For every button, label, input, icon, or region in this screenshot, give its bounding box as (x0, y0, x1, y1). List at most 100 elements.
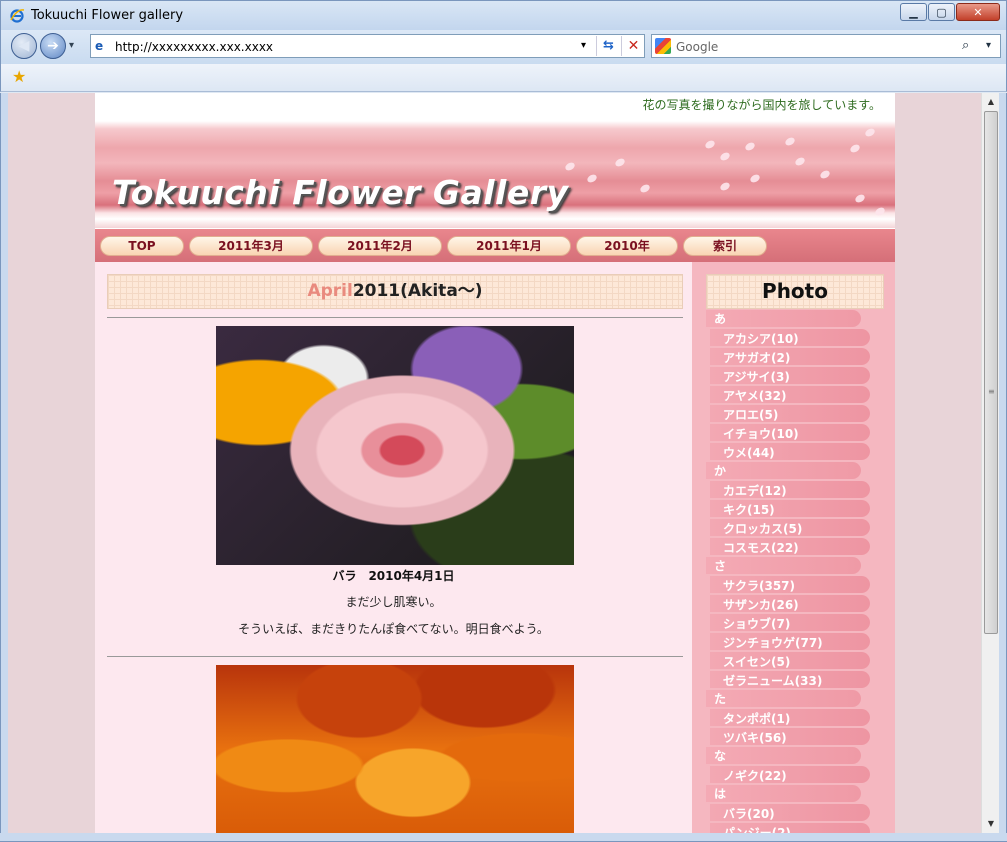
kana-label-ta: た (714, 692, 727, 706)
sidebar-item-label[interactable]: ウメ(44) (723, 444, 775, 461)
sidebar-item-ajisai[interactable]: アジサイ(3) (710, 367, 870, 384)
sidebar-item-tanpopo[interactable]: タンポポ(1) (710, 709, 870, 726)
sidebar-item-label[interactable]: アロエ(5) (723, 406, 778, 423)
sidebar-item-acacia[interactable]: アカシア(10) (710, 329, 870, 346)
sidebar-item-label[interactable]: ジンチョウゲ(77) (723, 634, 823, 651)
sidebar-item-label[interactable]: アサガオ(2) (723, 349, 790, 366)
forward-button[interactable]: ➔ (40, 33, 66, 59)
vertical-scrollbar[interactable]: ▲ ≡ ▼ (981, 93, 999, 833)
kana-bar (706, 462, 861, 479)
petal-decoration (638, 182, 652, 195)
kana-label-a: あ (714, 312, 727, 326)
title-bar: Tokuuchi Flower gallery ▁ ▢ ✕ (0, 0, 1007, 30)
sidebar-item-label[interactable]: クロッカス(5) (723, 520, 802, 537)
window-frame-left (0, 93, 8, 842)
sidebar-item-label[interactable]: ショウブ(7) (723, 615, 790, 632)
menu-item-top[interactable]: TOP (100, 236, 184, 256)
sidebar-item-bara[interactable]: バラ(20) (710, 804, 870, 821)
address-bar[interactable]: e http://xxxxxxxxx.xxx.xxxx ▾ ⇆ ✕ (90, 34, 645, 58)
sidebar-item-kaede[interactable]: カエデ(12) (710, 481, 870, 498)
sidebar-item-label[interactable]: バラ(20) (723, 805, 775, 822)
tulip-photo[interactable] (216, 665, 574, 833)
sidebar-item-cosmos[interactable]: コスモス(22) (710, 538, 870, 555)
ie-icon (10, 9, 25, 23)
menu-item-index[interactable]: 索引 (683, 236, 767, 256)
section-heading: April2011(Akita～) (107, 274, 683, 309)
petal-decoration (718, 180, 732, 193)
sidebar-item-label[interactable]: アカシア(10) (723, 330, 799, 347)
sidebar-item-label[interactable]: カエデ(12) (723, 482, 787, 499)
url-text[interactable]: http://xxxxxxxxx.xxx.xxxx (115, 40, 273, 54)
close-button[interactable]: ✕ (956, 3, 1000, 21)
sidebar-item-ayame[interactable]: アヤメ(32) (710, 386, 870, 403)
sidebar-item-ume[interactable]: ウメ(44) (710, 443, 870, 460)
sidebar-item-suisen[interactable]: スイセン(5) (710, 652, 870, 669)
refresh-button[interactable]: ⇆ (596, 36, 620, 56)
sidebar-item-label[interactable]: ノギク(22) (723, 767, 787, 784)
scroll-up-arrow-icon[interactable]: ▲ (983, 94, 999, 110)
sidebar-item-label[interactable]: キク(15) (723, 501, 775, 518)
sidebar-item-label[interactable]: スイセン(5) (723, 653, 790, 670)
sidebar-item-label[interactable]: アヤメ(32) (723, 387, 786, 404)
favorites-star-icon[interactable]: ★ (12, 67, 26, 86)
minimize-button[interactable]: ▁ (900, 3, 927, 21)
petal-decoration (873, 205, 887, 218)
stop-button[interactable]: ✕ (621, 36, 645, 56)
sidebar-item-kiku[interactable]: キク(15) (710, 500, 870, 517)
sidebar-item-sazanka[interactable]: サザンカ(26) (710, 595, 870, 612)
kana-label-na: な (714, 749, 727, 763)
sidebar-item-label[interactable]: イチョウ(10) (723, 425, 799, 442)
sidebar-item-label[interactable]: ツバキ(56) (723, 729, 787, 746)
navigation-bar: ◀ ➔ ▾ e http://xxxxxxxxx.xxx.xxxx ▾ ⇆ ✕ … (0, 30, 1007, 64)
rose-photo[interactable] (216, 326, 574, 565)
sidebar-item-label[interactable]: パンジー(2) (723, 824, 791, 833)
search-box[interactable]: Google ⌕ ▾ (651, 34, 1001, 58)
menu-item-2011-01[interactable]: 2011年1月 (447, 236, 571, 256)
petal-decoration (783, 135, 797, 148)
post-text-line-1: まだ少し肌寒い。 (345, 595, 442, 609)
scroll-down-arrow-icon[interactable]: ▼ (983, 816, 999, 832)
divider (107, 317, 683, 318)
back-button[interactable]: ◀ (11, 33, 37, 59)
main-content: April2011(Akita～) バラ 2010年4月1日 まだ少し肌寒い。 … (95, 262, 692, 833)
sidebar-item-label[interactable]: アジサイ(3) (723, 368, 790, 385)
photo-sidebar: Photo あ アカシア(10) アサガオ(2) アジサイ(3) アヤメ(32)… (692, 262, 895, 833)
divider (107, 656, 683, 657)
petal-decoration (863, 126, 877, 139)
site-header: 花の写真を撮りながら国内を旅しています。 Tokuuchi Flower Gal… (95, 93, 895, 228)
sidebar-item-label[interactable]: コスモス(22) (723, 539, 799, 556)
menu-item-2011-02[interactable]: 2011年2月 (318, 236, 442, 256)
sidebar-item-nogiku[interactable]: ノギク(22) (710, 766, 870, 783)
site-title[interactable]: Tokuuchi Flower Gallery (112, 173, 569, 212)
sidebar-item-pansy[interactable]: パンジー(2) (710, 823, 870, 833)
search-icon[interactable]: ⌕ (962, 38, 969, 53)
search-input[interactable]: Google (676, 40, 718, 54)
page-icon: e (95, 39, 104, 53)
menu-item-2011-03[interactable]: 2011年3月 (189, 236, 313, 256)
menu-item-2010[interactable]: 2010年 (576, 236, 678, 256)
search-dropdown-icon[interactable]: ▾ (986, 40, 991, 51)
maximize-button[interactable]: ▢ (928, 3, 955, 21)
sidebar-item-asagao[interactable]: アサガオ(2) (710, 348, 870, 365)
scroll-thumb[interactable]: ≡ (984, 111, 998, 634)
sidebar-item-jinchoge[interactable]: ジンチョウゲ(77) (710, 633, 870, 650)
favorites-bar: ★ (0, 64, 1007, 92)
sidebar-item-sakura[interactable]: サクラ(357) (710, 576, 870, 593)
window-title: Tokuuchi Flower gallery (31, 8, 184, 23)
sidebar-item-crocus[interactable]: クロッカス(5) (710, 519, 870, 536)
sidebar-item-label[interactable]: サザンカ(26) (723, 596, 799, 613)
sidebar-item-icho[interactable]: イチョウ(10) (710, 424, 870, 441)
sidebar-item-label[interactable]: ゼラニューム(33) (723, 672, 822, 689)
sidebar-item-tsubaki[interactable]: ツバキ(56) (710, 728, 870, 745)
web-viewport: 花の写真を撮りながら国内を旅しています。 Tokuuchi Flower Gal… (8, 93, 981, 833)
sidebar-item-shobu[interactable]: ショウブ(7) (710, 614, 870, 631)
address-dropdown-icon[interactable]: ▾ (581, 40, 586, 51)
petal-decoration (585, 172, 599, 185)
sidebar-item-geranium[interactable]: ゼラニューム(33) (710, 671, 870, 688)
history-dropdown-icon[interactable]: ▾ (69, 40, 74, 51)
sidebar-item-label[interactable]: タンポポ(1) (723, 710, 790, 727)
sidebar-item-label[interactable]: サクラ(357) (723, 577, 795, 594)
sidebar-item-aloe[interactable]: アロエ(5) (710, 405, 870, 422)
post-text-line-2: そういえば、まだきりたんぽ食べてない。明日食べよう。 (238, 622, 549, 636)
petal-decoration (563, 160, 577, 173)
